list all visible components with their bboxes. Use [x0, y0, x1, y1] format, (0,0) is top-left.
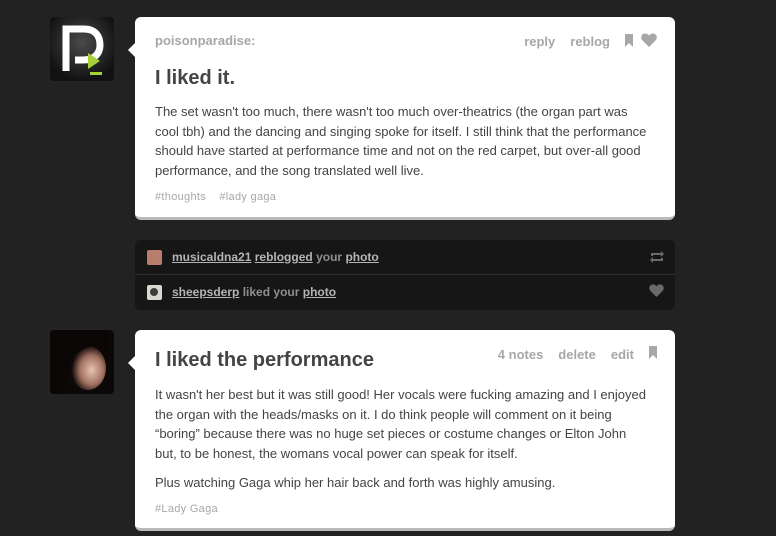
notification-row: sheepsderp liked your photo — [135, 275, 675, 310]
notification-object-link[interactable]: photo — [303, 285, 336, 299]
notification-object-link[interactable]: photo — [345, 250, 378, 264]
mini-avatar[interactable] — [147, 285, 162, 300]
post-title: I liked the performance — [155, 349, 374, 371]
user-photo-icon — [50, 330, 114, 394]
mini-avatar[interactable] — [147, 250, 162, 265]
notification-action: liked — [242, 285, 271, 299]
notification-user-link[interactable]: musicaldna21 — [172, 250, 251, 264]
post-tags: #thoughts #lady gaga — [155, 191, 286, 203]
post-pointer — [128, 43, 135, 57]
post-controls: reply reblog — [509, 33, 657, 50]
post-card-1: poisonparadise: reply reblog I liked it.… — [128, 17, 675, 220]
reblog-button[interactable]: reblog — [570, 34, 610, 49]
post-title: I liked it. — [155, 67, 236, 89]
bookmark-icon[interactable] — [625, 33, 633, 50]
heart-icon — [649, 284, 665, 300]
tag-link[interactable]: #thoughts — [155, 191, 206, 203]
delete-button[interactable]: delete — [558, 347, 596, 362]
avatar-poisonparadise[interactable] — [50, 17, 114, 81]
reblog-icon — [649, 249, 665, 265]
post-body: It wasn't her best but it was still good… — [155, 385, 650, 503]
notification-user-link[interactable]: sheepsderp — [172, 285, 239, 299]
bookmark-icon[interactable] — [649, 346, 657, 362]
notification-text: sheepsderp liked your photo — [172, 285, 336, 299]
post-username[interactable]: poisonparadise: — [155, 33, 255, 48]
post-card-2: I liked the performance 4 notes delete e… — [128, 330, 675, 531]
poisonparadise-logo-icon — [50, 17, 114, 81]
post-tags: #Lady Gaga — [155, 503, 228, 515]
notification-action-link[interactable]: reblogged — [255, 250, 313, 264]
notification-connector: your — [273, 285, 300, 299]
post-pointer — [128, 356, 135, 370]
post-paragraph: Plus watching Gaga whip her hair back an… — [155, 475, 556, 490]
post-paragraph: It wasn't her best but it was still good… — [155, 387, 646, 461]
post-body: The set wasn't too much, there wasn't to… — [155, 104, 647, 178]
notification-row: musicaldna21 reblogged your photo — [135, 240, 675, 275]
post-controls: 4 notes delete edit — [483, 346, 657, 362]
like-heart-icon[interactable] — [641, 33, 657, 50]
notes-count-link[interactable]: 4 notes — [498, 347, 544, 362]
tag-link[interactable]: #Lady Gaga — [155, 503, 218, 515]
edit-button[interactable]: edit — [611, 347, 634, 362]
notification-connector: your — [316, 250, 343, 264]
avatar-user[interactable] — [50, 330, 114, 394]
reply-button[interactable]: reply — [524, 34, 555, 49]
notifications-panel: musicaldna21 reblogged your photo sheeps… — [135, 240, 675, 310]
tag-link[interactable]: #lady gaga — [219, 191, 276, 203]
notification-text: musicaldna21 reblogged your photo — [172, 250, 379, 264]
